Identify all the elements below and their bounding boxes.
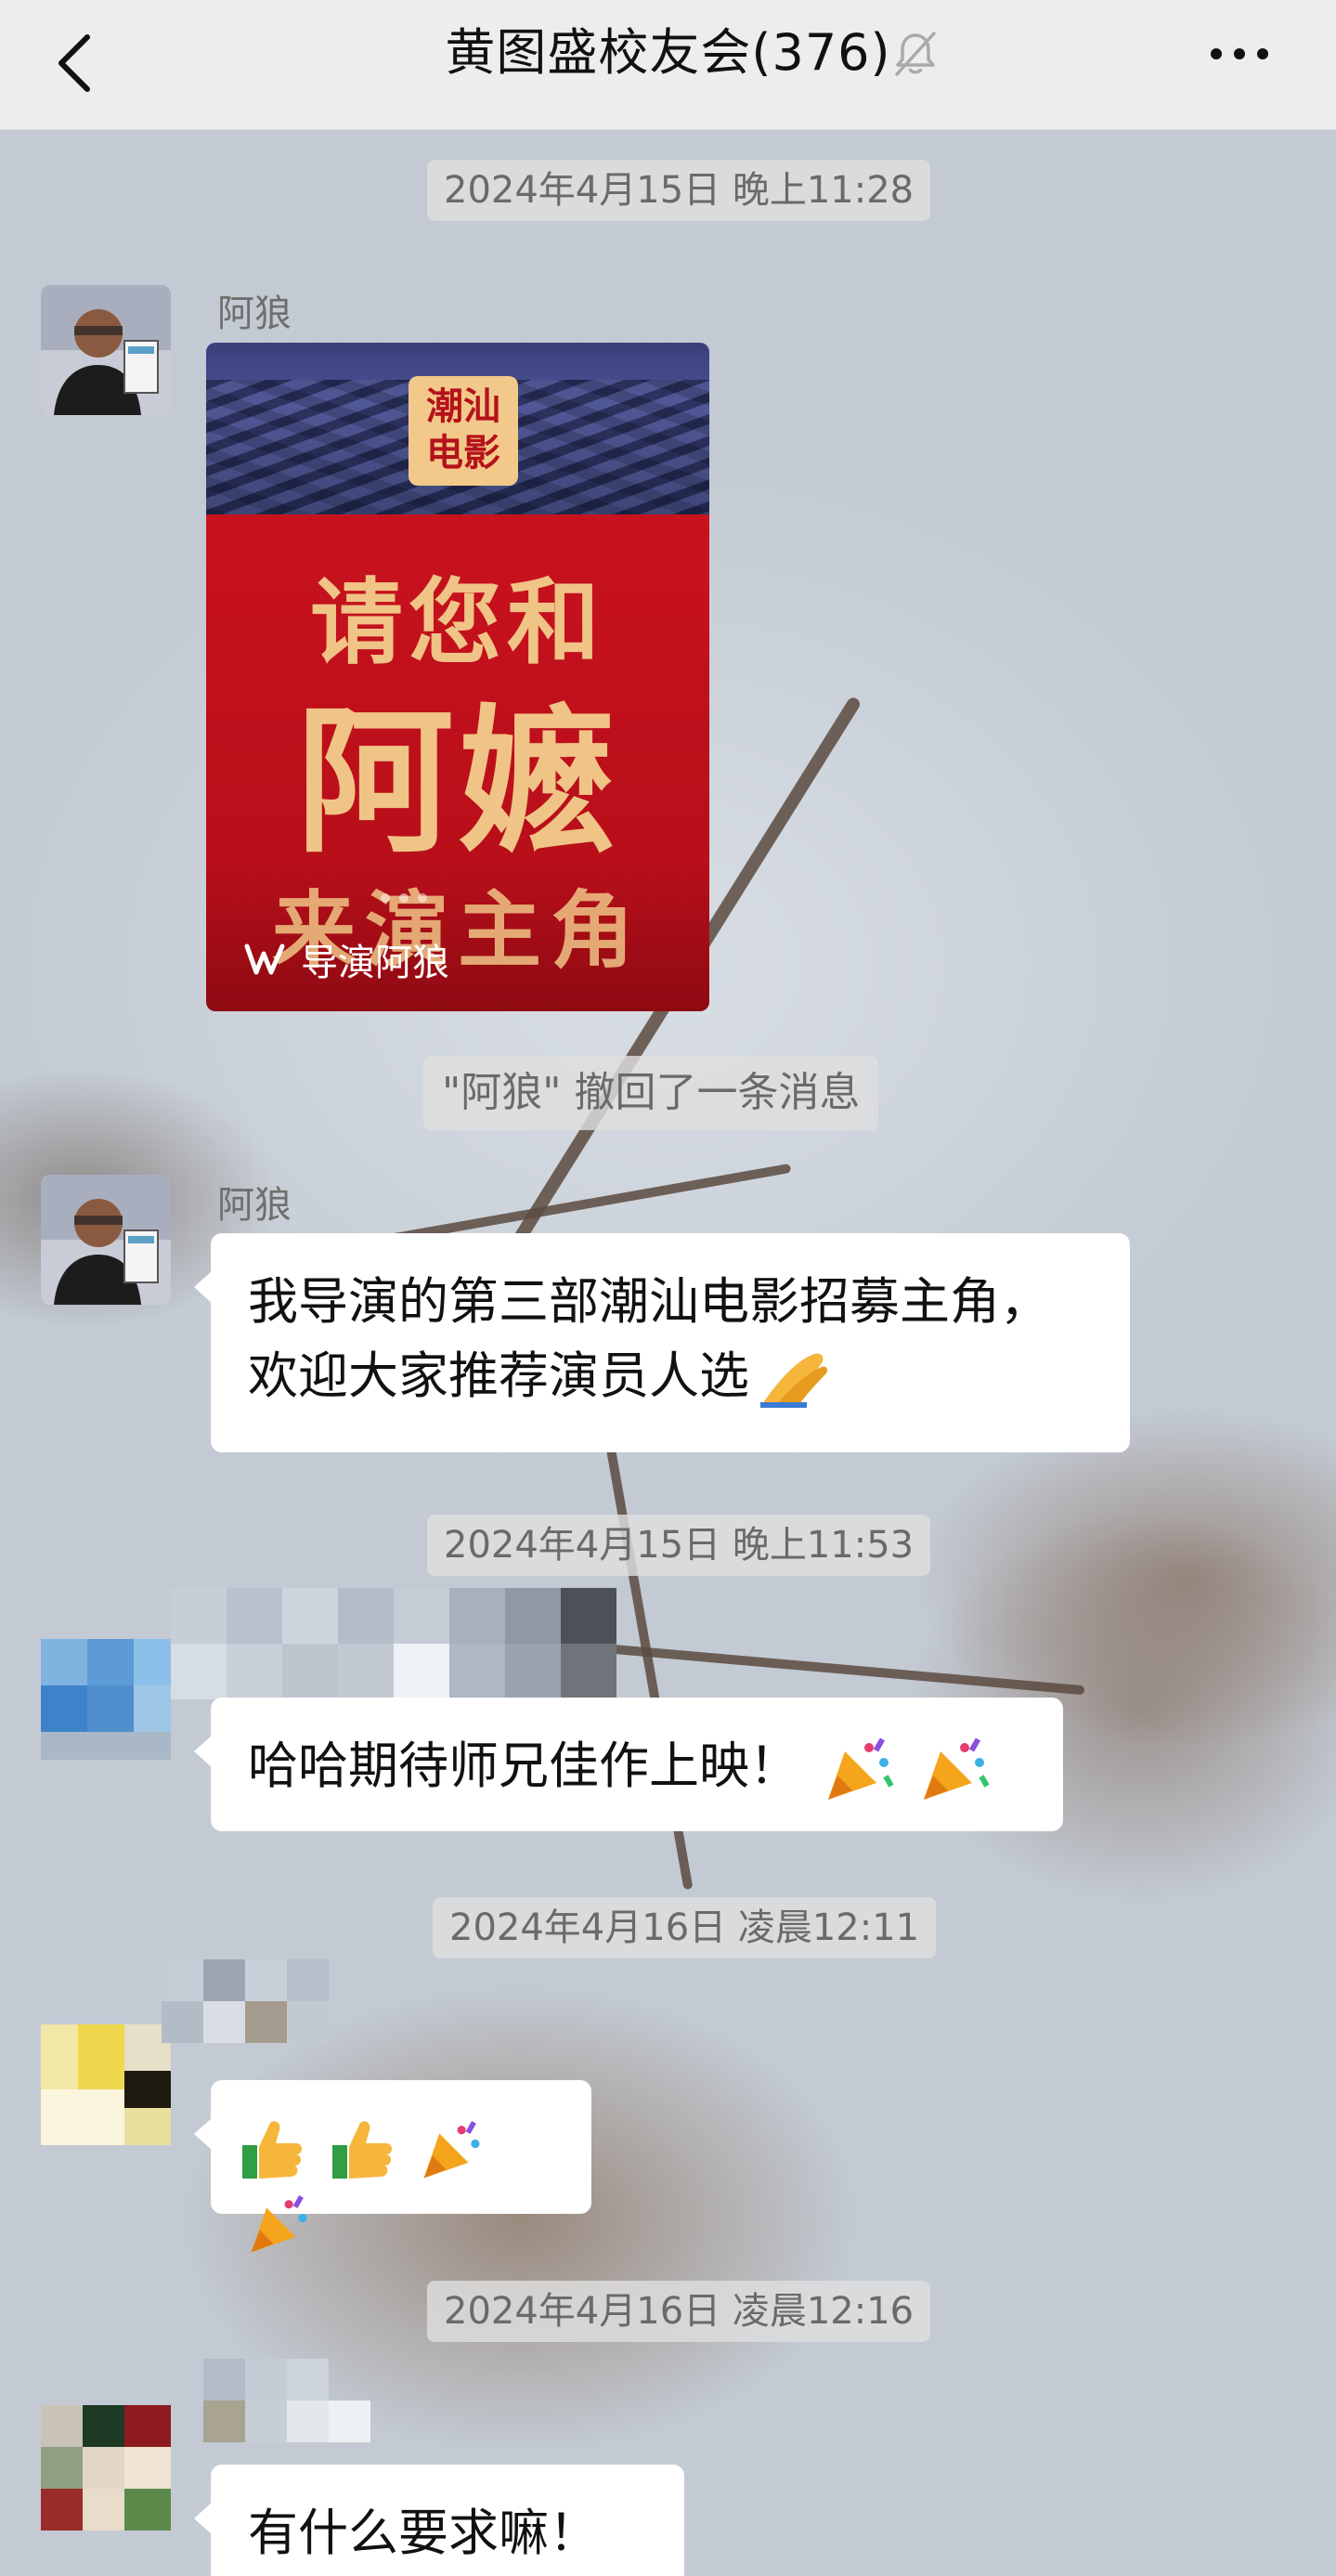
chat-header: 黄图盛校友会(376)	[0, 0, 1336, 130]
thumbs-up-emoji-icon	[242, 2121, 302, 2179]
avatar-photo	[41, 1175, 171, 1305]
party-popper-emoji-icon	[828, 1737, 894, 1801]
message-bubble[interactable]: 我导演的第三部潮汕电影招募主角， 欢迎大家推荐演员人选	[194, 1233, 1130, 1452]
image-message[interactable]: 潮汕 电影 请您和 阿嬷 来演主角	[206, 343, 709, 1011]
party-popper-emoji-icon	[423, 2121, 480, 2179]
message-text: 欢迎大家推荐演员人选	[248, 1347, 749, 1405]
pray-hands-emoji-icon	[760, 1353, 828, 1409]
more-dots-icon	[1211, 48, 1268, 59]
chat-title: 黄图盛校友会(376)	[445, 23, 891, 82]
message-bubble[interactable]: 哈哈期待师兄佳作上映！	[194, 1698, 1063, 1831]
more-options-button[interactable]	[1198, 28, 1281, 80]
image-watermark: 导演阿狼	[243, 931, 449, 987]
avatar[interactable]	[41, 285, 171, 415]
thumbs-up-emoji-icon	[332, 2121, 393, 2179]
party-popper-emoji-icon	[924, 1737, 990, 1801]
timestamp: 2024年4月16日 凌晨12:16	[427, 2281, 931, 2342]
timestamp: 2024年4月15日 晚上11:28	[427, 160, 931, 221]
timestamp: 2024年4月15日 晚上11:53	[427, 1515, 931, 1576]
message-bubble[interactable]	[194, 2080, 591, 2253]
watermark-logo-icon	[244, 943, 285, 975]
message-bubble[interactable]: 有什么要求嘛！	[194, 2465, 684, 2576]
watermark-text: 导演阿狼	[301, 942, 449, 984]
card-badge: 潮汕 电影	[409, 376, 518, 486]
avatar-photo	[41, 285, 171, 415]
bell-off-icon	[895, 32, 936, 76]
poster-headline-large: 阿嬷	[295, 689, 619, 875]
message-text: 我导演的第三部潮汕电影招募主角，	[248, 1272, 1050, 1331]
recall-notice: "阿狼" 撤回了一条消息	[423, 1056, 879, 1130]
image-pager-dots	[381, 893, 427, 903]
party-popper-emoji-icon	[251, 2195, 307, 2253]
background-stem	[603, 1644, 1085, 1696]
avatar[interactable]	[41, 1175, 171, 1305]
timestamp: 2024年4月16日 凌晨12:11	[433, 1897, 937, 1958]
message-text: 有什么要求嘛！	[248, 2504, 599, 2562]
badge-line: 潮汕	[426, 384, 500, 428]
sender-name: 阿狼	[217, 1184, 292, 1227]
message-text: 哈哈期待师兄佳作上映！	[248, 1737, 799, 1795]
badge-line: 电影	[426, 431, 500, 475]
sender-name: 阿狼	[217, 293, 292, 335]
